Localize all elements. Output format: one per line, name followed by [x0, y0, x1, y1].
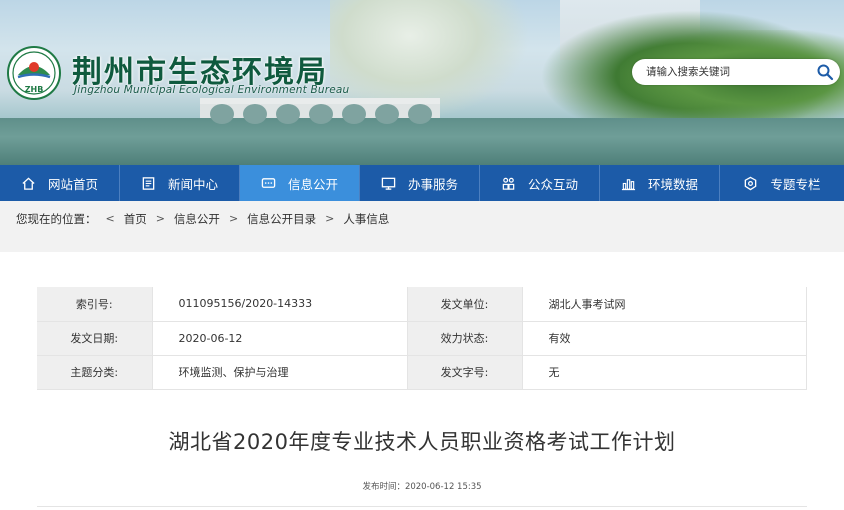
publish-time: 发布时间：2020-06-12 15:35 [0, 480, 844, 492]
breadcrumb-separator: > [325, 212, 335, 225]
search-icon[interactable] [816, 63, 834, 81]
meta-value-date: 2020-06-12 [152, 321, 407, 356]
chat-icon [261, 177, 276, 188]
breadcrumb-separator: > [228, 212, 239, 225]
nav-item-label: 新闻中心 [167, 176, 218, 192]
meta-value-issuer: 湖北人事考试网 [522, 287, 807, 322]
meta-value-status: 有效 [522, 321, 807, 356]
content-divider [37, 506, 807, 507]
search-box [632, 59, 840, 85]
main-nav: 网站首页 新闻中心 信息公开 办事服务 公众互动 环境数据 专题专栏 [0, 165, 844, 201]
meta-value-doc-number: 无 [522, 355, 807, 390]
settings-icon [745, 176, 757, 190]
header-banner: ZHB 荆州市生态环境局 Jingzhou Municipal Ecologic… [0, 0, 844, 165]
publish-time-value: 2020-06-12 15:35 [404, 482, 482, 492]
nav-item-label: 网站首页 [47, 176, 98, 192]
breadcrumb-prefix: 您现在的位置： [16, 211, 97, 226]
nav-item-home[interactable]: 网站首页 [0, 165, 120, 201]
people-icon [502, 177, 515, 190]
nav-item-news[interactable]: 新闻中心 [120, 165, 240, 201]
article-title: 湖北省2020年度专业技术人员职业资格考试工作计划 [168, 430, 676, 454]
meta-label-date: 发文日期: [37, 321, 153, 356]
nav-item-label: 公众互动 [527, 176, 578, 192]
nav-item-interaction[interactable]: 公众互动 [480, 165, 600, 201]
nav-item-special[interactable]: 专题专栏 [720, 165, 844, 201]
monitor-icon [381, 177, 396, 190]
article-content: 索引号: 011095156/2020-14333 发文单位: 湖北人事考试网 … [0, 252, 844, 510]
meta-value-index: 011095156/2020-14333 [152, 287, 407, 322]
table-row: 发文日期: 2020-06-12 效力状态: 有效 [37, 321, 807, 356]
breadcrumb-separator: < [105, 212, 115, 225]
search-input[interactable] [646, 64, 811, 80]
nav-item-info-public[interactable]: 信息公开 [240, 165, 360, 201]
breadcrumb: 您现在的位置： < 首页 > 信息公开 > 信息公开目录 > 人事信息 [0, 201, 844, 236]
banner-bridge [200, 98, 440, 124]
meta-label-doc-number: 发文字号: [406, 355, 523, 390]
document-meta-table: 索引号: 011095156/2020-14333 发文单位: 湖北人事考试网 … [37, 287, 807, 390]
nav-item-label: 信息公开 [287, 176, 338, 192]
banner-lake [0, 118, 844, 165]
meta-label-category: 主题分类: [37, 355, 153, 390]
breadcrumb-item-catalog[interactable]: 信息公开目录 [247, 211, 316, 227]
meta-label-issuer: 发文单位: [406, 287, 523, 322]
logo-text: ZHB [25, 85, 44, 94]
breadcrumb-item-info-public[interactable]: 信息公开 [174, 211, 220, 227]
nav-item-label: 专题专栏 [770, 176, 821, 192]
chart-icon [621, 178, 636, 190]
bureau-logo-icon: ZHB [7, 46, 61, 100]
meta-label-status: 效力状态: [406, 321, 523, 356]
news-icon [142, 176, 155, 190]
nav-item-label: 办事服务 [407, 176, 458, 192]
table-row: 索引号: 011095156/2020-14333 发文单位: 湖北人事考试网 [37, 287, 807, 322]
meta-value-category: 环境监测、保护与治理 [152, 355, 407, 390]
nav-item-label: 环境数据 [647, 176, 698, 192]
nav-item-services[interactable]: 办事服务 [360, 165, 480, 201]
breadcrumb-item-home[interactable]: 首页 [124, 211, 147, 227]
breadcrumb-separator: > [155, 212, 165, 225]
table-row: 主题分类: 环境监测、保护与治理 发文字号: 无 [37, 355, 807, 390]
nav-item-env-data[interactable]: 环境数据 [600, 165, 720, 201]
breadcrumb-item-personnel[interactable]: 人事信息 [343, 211, 389, 227]
meta-label-index: 索引号: [37, 287, 153, 322]
site-subtitle: Jingzhou Municipal Ecological Environmen… [74, 84, 350, 96]
home-icon [22, 176, 35, 190]
publish-time-label: 发布时间： [362, 482, 405, 492]
